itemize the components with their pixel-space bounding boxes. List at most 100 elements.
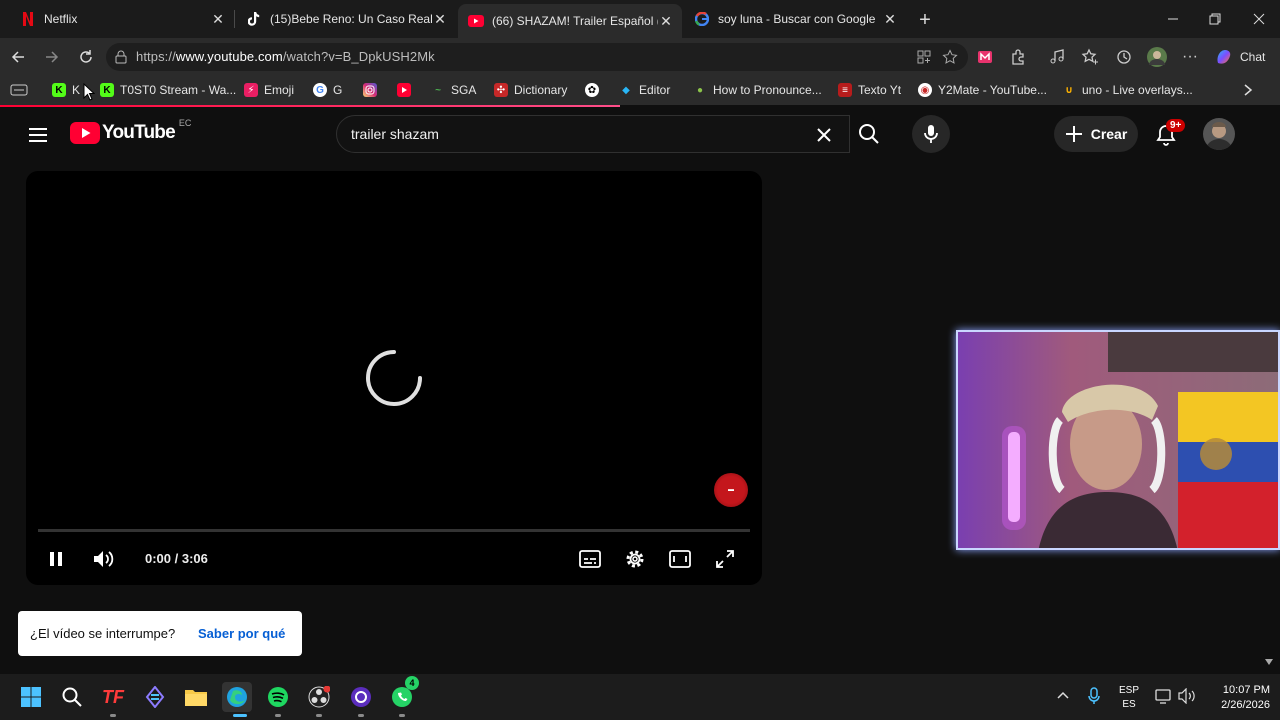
- microphone-icon: [921, 123, 941, 145]
- media-control-icon[interactable]: [1045, 45, 1069, 69]
- notifications-button[interactable]: 9+: [1152, 119, 1186, 149]
- back-icon[interactable]: [6, 45, 30, 69]
- copilot-chat-button[interactable]: Chat: [1214, 47, 1265, 67]
- bookmark-editor[interactable]: ◆ Editor: [619, 81, 670, 99]
- voice-search-button[interactable]: [912, 115, 950, 153]
- address-bar[interactable]: https://www.youtube.com/watch?v=B_DpkUSH…: [106, 43, 968, 71]
- scroll-down-arrow-icon[interactable]: [1264, 658, 1274, 666]
- taskbar-search-button[interactable]: [57, 682, 87, 712]
- search-input[interactable]: trailer shazam: [351, 126, 439, 142]
- tab-youtube-active[interactable]: (66) SHAZAM! Trailer Español (201 ✕: [458, 4, 682, 38]
- edge-browser-icon: [226, 686, 248, 708]
- site-info-icon[interactable]: [114, 50, 128, 64]
- hamburger-menu-icon[interactable]: [26, 123, 50, 147]
- bookmark-y2mate[interactable]: ◉ Y2Mate - YouTube...: [918, 81, 1047, 99]
- diamond-app-icon: [145, 686, 165, 708]
- show-hidden-icons-chevron[interactable]: [1056, 690, 1070, 700]
- texto-icon: ≡: [838, 83, 852, 97]
- windows-taskbar: TF 4 ESP ES 10:07 PM 2/26/2026: [0, 674, 1280, 720]
- favorites-icon[interactable]: [1078, 45, 1102, 69]
- learn-why-link[interactable]: Saber por qué: [198, 626, 285, 641]
- history-icon[interactable]: [1112, 45, 1136, 69]
- extensions-puzzle-icon[interactable]: [1006, 45, 1030, 69]
- channel-watermark-icon[interactable]: ▬: [714, 473, 748, 507]
- search-box[interactable]: trailer shazam: [336, 115, 850, 153]
- search-button[interactable]: [849, 115, 889, 153]
- y2mate-icon: ◉: [918, 83, 932, 97]
- forward-icon[interactable]: [40, 45, 64, 69]
- language-indicator[interactable]: ESP ES: [1117, 684, 1141, 712]
- playback-interrupt-prompt: ¿El vídeo se interrumpe? Saber por qué: [18, 611, 302, 656]
- microphone-tray-icon[interactable]: [1087, 687, 1101, 705]
- kick-icon: K: [52, 83, 66, 97]
- fullscreen-button[interactable]: [711, 545, 739, 573]
- active-indicator: [233, 714, 247, 717]
- volume-button[interactable]: [90, 545, 118, 573]
- refresh-icon[interactable]: [74, 45, 98, 69]
- account-avatar[interactable]: [1203, 118, 1235, 150]
- taskbar-obs[interactable]: [304, 682, 334, 712]
- network-icon[interactable]: [1155, 688, 1173, 704]
- pause-button[interactable]: [42, 545, 70, 573]
- tab-netflix[interactable]: Netflix ✕: [10, 4, 234, 34]
- openai-icon: ✿: [585, 83, 599, 97]
- video-progress-bar[interactable]: [38, 529, 750, 532]
- copilot-icon: [1214, 47, 1234, 67]
- bookmark-instagram[interactable]: [363, 81, 383, 99]
- profile-avatar[interactable]: [1145, 45, 1169, 69]
- tab-google[interactable]: soy luna - Buscar con Google ✕: [684, 4, 906, 34]
- bookmark-dictionary[interactable]: ✣ Dictionary: [494, 81, 567, 99]
- close-tab-icon[interactable]: ✕: [882, 11, 898, 27]
- favorite-star-icon[interactable]: [942, 49, 958, 65]
- extension-meta-icon[interactable]: [973, 45, 997, 69]
- subtitles-button[interactable]: [576, 545, 604, 573]
- reading-list-icon[interactable]: [10, 81, 28, 99]
- bookmark-k[interactable]: KK: [52, 81, 80, 99]
- more-menu-icon[interactable]: ···: [1178, 45, 1202, 69]
- youtube-logo[interactable]: YouTube EC: [70, 118, 191, 144]
- theater-mode-button[interactable]: [666, 545, 694, 573]
- bookmark-tosto-stream[interactable]: K T0ST0 Stream - Wa...: [100, 81, 236, 99]
- clear-search-icon[interactable]: [814, 125, 834, 145]
- bookmark-youtube[interactable]: [397, 81, 417, 99]
- bookmark-sga[interactable]: ~ SGA: [431, 81, 476, 99]
- bookmark-how-to-pronounce[interactable]: ● How to Pronounce...: [693, 81, 822, 99]
- tf-app-icon: TF: [102, 686, 124, 707]
- video-player[interactable]: ▬ 0:00 / 3:06: [26, 171, 762, 585]
- keyboard-layout: ES: [1122, 699, 1136, 710]
- taskbar-spotify[interactable]: [263, 682, 293, 712]
- volume-tray-icon[interactable]: [1178, 688, 1198, 704]
- netflix-icon: [20, 11, 36, 27]
- start-button[interactable]: [16, 682, 46, 712]
- app-available-icon[interactable]: [916, 49, 932, 65]
- subtitles-icon: [579, 550, 601, 568]
- create-button[interactable]: Crear: [1054, 116, 1138, 152]
- taskbar-whatsapp[interactable]: 4: [387, 676, 419, 712]
- taskbar-tf-app[interactable]: TF: [98, 682, 128, 712]
- bookmark-chatgpt[interactable]: ✿: [585, 81, 605, 99]
- taskbar-ring-app[interactable]: [346, 682, 376, 712]
- system-clock[interactable]: 10:07 PM 2/26/2026: [1200, 683, 1270, 713]
- restore-icon[interactable]: [1206, 10, 1224, 28]
- tab-tiktok[interactable]: (15)Bebe Reno: Un Caso Real que ✕: [236, 4, 456, 34]
- taskbar-file-explorer[interactable]: [181, 682, 211, 712]
- emoji-icon: ⚡: [244, 83, 258, 97]
- close-tab-icon[interactable]: ✕: [432, 11, 448, 27]
- tab-divider: [234, 10, 235, 28]
- bookmark-texto-yt[interactable]: ≡ Texto Yt: [838, 81, 901, 99]
- close-tab-icon[interactable]: ✕: [658, 13, 674, 29]
- minimize-icon[interactable]: [1164, 10, 1182, 28]
- bookmark-google[interactable]: GG: [313, 81, 342, 99]
- new-tab-button[interactable]: +: [914, 9, 936, 31]
- chat-label: Chat: [1240, 50, 1266, 64]
- chevron-right-icon[interactable]: [1242, 81, 1254, 99]
- taskbar-dev-app[interactable]: [140, 682, 170, 712]
- taskbar-edge[interactable]: [222, 682, 252, 712]
- settings-button[interactable]: [621, 545, 649, 573]
- dictionary-icon: ✣: [494, 83, 508, 97]
- tab-strip: Netflix ✕ (15)Bebe Reno: Un Caso Real qu…: [0, 0, 1280, 38]
- bookmark-uno-overlays[interactable]: ∪ uno - Live overlays...: [1062, 81, 1193, 99]
- close-window-icon[interactable]: [1250, 10, 1268, 28]
- close-tab-icon[interactable]: ✕: [210, 11, 226, 27]
- bookmark-emoji[interactable]: ⚡ Emoji: [244, 81, 294, 99]
